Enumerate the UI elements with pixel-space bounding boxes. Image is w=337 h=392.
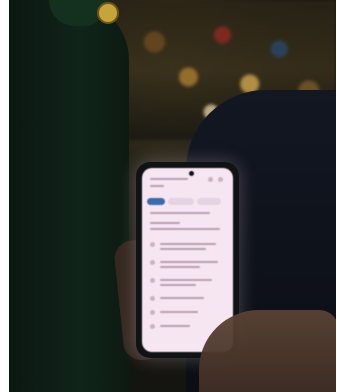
- screen-line: [160, 248, 206, 250]
- screen-line: [160, 311, 198, 313]
- screen-line: [150, 185, 164, 187]
- screen-line: [160, 325, 190, 327]
- screen-icon: [150, 278, 155, 283]
- screen-icon: [150, 296, 155, 301]
- screen-line: [160, 284, 196, 286]
- screen-line: [150, 222, 180, 224]
- screen-chip: [197, 198, 221, 205]
- badge-icon: [97, 2, 119, 24]
- screen-chip: [168, 198, 194, 205]
- screen-icon: [150, 310, 155, 315]
- photo-frame: [0, 0, 337, 392]
- screen-line: [160, 266, 200, 268]
- screen-line: [160, 279, 212, 281]
- screen-icon: [218, 177, 223, 182]
- screen-chip: [147, 198, 165, 205]
- screen-line: [160, 297, 204, 299]
- screen-icon: [208, 177, 213, 182]
- screen-line: [160, 243, 216, 245]
- screen-line: [160, 261, 218, 263]
- screen-line: [150, 228, 220, 230]
- screen-icon: [150, 324, 155, 329]
- screen-line: [150, 178, 188, 180]
- photo: [9, 0, 336, 392]
- screen-icon: [150, 242, 155, 247]
- screen-line: [150, 212, 210, 214]
- collar: [49, 0, 119, 26]
- camera-icon: [189, 171, 194, 176]
- person-left: [9, 0, 129, 392]
- screen-icon: [150, 260, 155, 265]
